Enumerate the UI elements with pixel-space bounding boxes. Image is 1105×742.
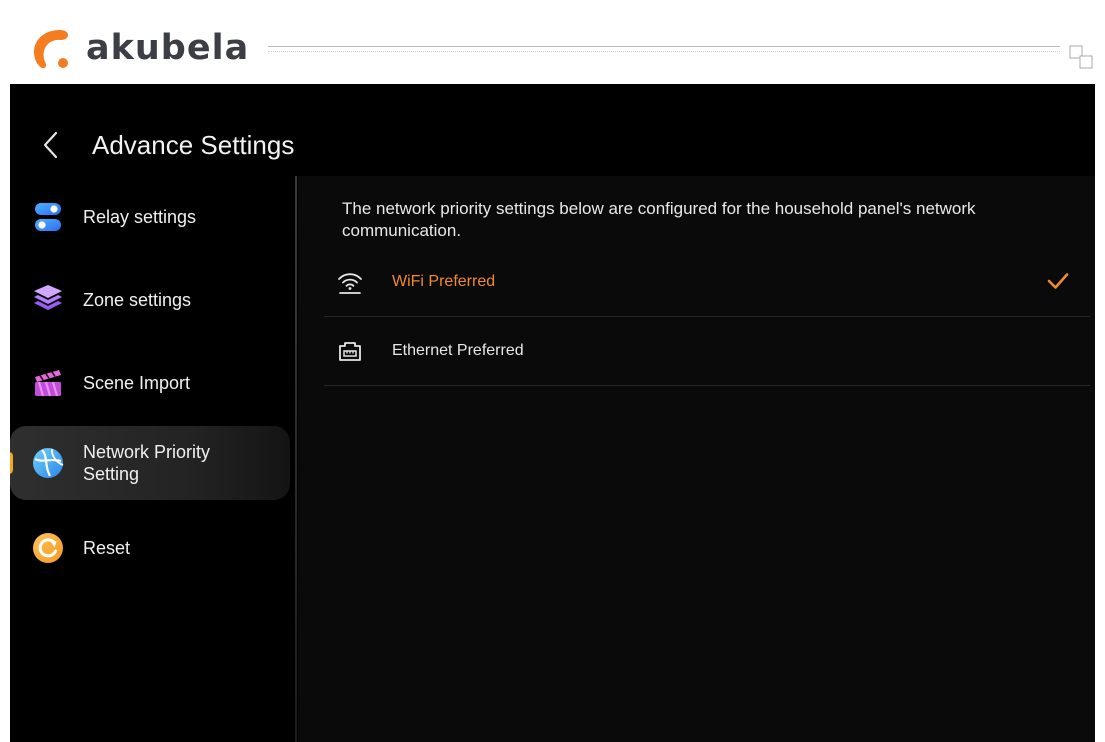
corner-squares-icon (1069, 45, 1093, 69)
sidebar-item-label: Network Priority Setting (83, 442, 211, 484)
top-bar: Advance Settings (10, 84, 1095, 176)
option-wifi-preferred[interactable]: WiFi Preferred (324, 248, 1090, 317)
header-divider (268, 46, 1060, 47)
panel-screen: Advance Settings Relay settings Zone set… (10, 84, 1095, 742)
option-label: Ethernet Preferred (392, 342, 524, 359)
sidebar-item-label: Reset (83, 538, 131, 558)
ethernet-icon (339, 342, 361, 361)
sidebar-item-scene-import[interactable]: Scene Import (10, 348, 290, 418)
sidebar-divider (295, 176, 297, 742)
option-label: WiFi Preferred (392, 273, 496, 290)
sidebar-item-zone-settings[interactable]: Zone settings (10, 265, 290, 335)
header-divider-dotted (268, 51, 1060, 52)
active-indicator (10, 452, 13, 474)
sidebar-item-network-priority[interactable]: Network Priority Setting (10, 426, 290, 500)
chevron-left-icon (43, 131, 58, 159)
checkmark-icon (1047, 273, 1069, 289)
reset-icon (33, 533, 63, 563)
description-text: The network priority settings below are … (342, 199, 976, 240)
globe-icon (33, 448, 64, 478)
sidebar-item-relay-settings[interactable]: Relay settings (10, 182, 290, 252)
brand-logo: akubela (30, 24, 249, 72)
document-header: akubela (0, 0, 1105, 84)
layers-icon (34, 285, 62, 310)
sidebar-item-label: Scene Import (83, 373, 191, 393)
clapperboard-icon (35, 370, 61, 397)
option-ethernet-preferred[interactable]: Ethernet Preferred (324, 317, 1090, 386)
wifi-icon (338, 273, 362, 294)
back-button[interactable] (36, 128, 66, 162)
akubela-logo-mark-icon (34, 30, 68, 69)
toggle-switches-icon (35, 203, 61, 231)
sidebar-item-label: Zone settings (83, 290, 192, 310)
network-priority-panel: The network priority settings below are … (298, 176, 1095, 742)
brand-name: akubela (86, 27, 250, 68)
sidebar-item-label: Relay settings (83, 207, 197, 227)
sidebar: Relay settings Zone settings Scene Impor… (10, 176, 296, 742)
page-title: Advance Settings (92, 130, 295, 160)
sidebar-item-reset[interactable]: Reset (10, 513, 290, 583)
